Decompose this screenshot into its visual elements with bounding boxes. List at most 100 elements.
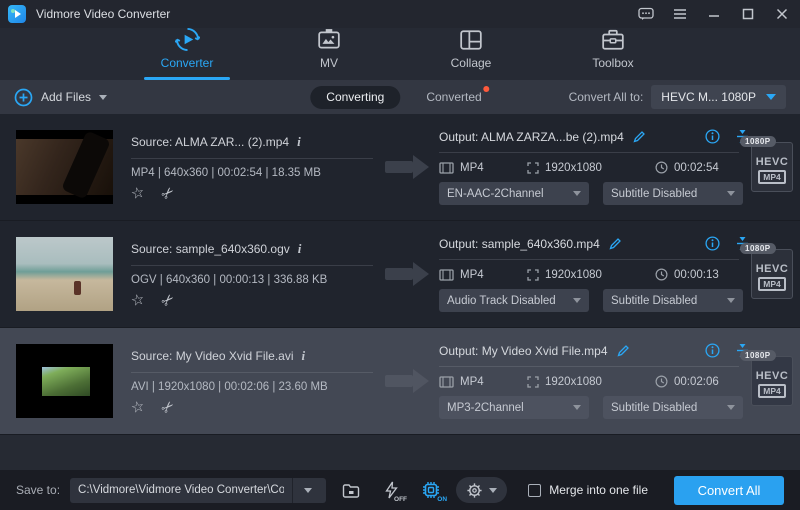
badge-container: MP4 [758, 277, 785, 291]
source-info-icon[interactable]: i [298, 241, 302, 257]
convert-all-to-label: Convert All to: [569, 90, 644, 104]
app-logo-icon [8, 5, 26, 23]
tab-converted-label: Converted [426, 90, 481, 104]
info-icon[interactable] [705, 236, 720, 251]
badge-codec: HEVC [756, 156, 789, 168]
title-bar: Vidmore Video Converter [0, 0, 800, 28]
converter-icon [175, 27, 200, 52]
badge-resolution: 1080P [740, 136, 776, 147]
output-format: MP4 [460, 269, 484, 281]
auto-off-button[interactable]: OFF [376, 477, 406, 503]
tab-converting-label: Converting [326, 90, 384, 104]
output-title: Output: ALMA ZARZA...be (2).mp4 [439, 130, 624, 144]
hardware-acceleration-button[interactable]: ON [416, 477, 446, 503]
tab-converter[interactable]: Converter [144, 27, 230, 80]
chevron-down-icon [727, 191, 735, 196]
maximize-button[interactable] [740, 6, 756, 22]
divider [439, 152, 739, 153]
audio-track-dropdown[interactable]: MP3-2Channel [439, 396, 589, 419]
rename-icon[interactable] [616, 344, 630, 358]
edit-effects-icon[interactable]: ☆ [130, 291, 146, 308]
toolbox-icon [601, 28, 625, 52]
output-duration: 00:00:13 [674, 269, 719, 281]
convert-arrow-icon [385, 262, 431, 286]
save-to-label: Save to: [16, 483, 60, 497]
video-thumbnail[interactable] [16, 344, 113, 418]
rename-icon[interactable] [608, 237, 622, 251]
tab-converting[interactable]: Converting [310, 86, 400, 109]
badge-resolution: 1080P [740, 350, 776, 361]
open-folder-button[interactable] [336, 477, 366, 503]
output-duration: 00:02:06 [674, 376, 719, 388]
merge-label: Merge into one file [549, 483, 648, 497]
window-title: Vidmore Video Converter [36, 7, 170, 21]
convert-all-to-dropdown[interactable]: HEVC M... 1080P [651, 85, 786, 109]
video-thumbnail[interactable] [16, 130, 113, 204]
convert-arrow-icon [385, 369, 431, 393]
convert-arrow-icon [385, 155, 431, 179]
divider [439, 366, 739, 367]
file-row-3: Source: My Video Xvid File.avi i AVI | 1… [0, 328, 800, 435]
video-thumbnail[interactable] [16, 237, 113, 311]
output-format-badge[interactable]: 1080P HEVC MP4 [751, 249, 793, 299]
chevron-down-icon [766, 94, 776, 100]
merge-checkbox[interactable] [528, 484, 541, 497]
cut-icon[interactable]: ✂ [159, 397, 179, 417]
output-duration: 00:02:54 [674, 162, 719, 174]
audio-track-dropdown[interactable]: Audio Track Disabled [439, 289, 589, 312]
info-icon[interactable] [705, 343, 720, 358]
edit-effects-icon[interactable]: ☆ [130, 398, 146, 415]
source-meta: MP4 | 640x360 | 00:02:54 | 18.35 MB [131, 167, 383, 179]
save-path-box [70, 478, 326, 503]
menu-icon[interactable] [672, 6, 688, 22]
badge-container: MP4 [758, 384, 785, 398]
add-files-caret-icon[interactable] [99, 95, 107, 100]
subtitle-dropdown[interactable]: Subtitle Disabled [603, 396, 743, 419]
tab-toolbox[interactable]: Toolbox [570, 28, 656, 80]
convert-all-button[interactable]: Convert All [674, 476, 784, 505]
info-icon[interactable] [705, 129, 720, 144]
edit-effects-icon[interactable]: ☆ [130, 184, 146, 201]
merge-checkbox-group[interactable]: Merge into one file [528, 483, 648, 497]
subtitle-dropdown[interactable]: Subtitle Disabled [603, 182, 743, 205]
divider [131, 265, 373, 266]
source-info-icon[interactable]: i [297, 134, 301, 150]
source-info-icon[interactable]: i [302, 348, 306, 364]
subtitle-value: Subtitle Disabled [611, 402, 719, 414]
subtitle-dropdown[interactable]: Subtitle Disabled [603, 289, 743, 312]
tab-toolbox-label: Toolbox [592, 56, 633, 70]
cut-icon[interactable]: ✂ [159, 183, 179, 203]
save-path-input[interactable] [70, 484, 292, 496]
minimize-button[interactable] [706, 6, 722, 22]
convert-all-to-value: HEVC M... 1080P [661, 90, 756, 104]
tab-mv[interactable]: MV [286, 28, 372, 80]
collage-icon [459, 28, 483, 52]
feedback-icon[interactable] [638, 6, 654, 22]
chevron-down-icon [727, 298, 735, 303]
chevron-down-icon [573, 191, 581, 196]
divider [131, 158, 373, 159]
settings-button[interactable] [456, 477, 507, 503]
audio-track-dropdown[interactable]: EN-AAC-2Channel [439, 182, 589, 205]
tab-converted[interactable]: Converted [426, 90, 489, 104]
tab-collage[interactable]: Collage [428, 28, 514, 80]
output-format: MP4 [460, 162, 484, 174]
add-files-button[interactable]: Add Files [14, 88, 107, 107]
close-button[interactable] [774, 6, 790, 22]
source-meta: AVI | 1920x1080 | 00:02:06 | 23.60 MB [131, 381, 383, 393]
output-format: MP4 [460, 376, 484, 388]
resolution-icon [527, 376, 539, 388]
cut-icon[interactable]: ✂ [159, 290, 179, 310]
save-path-caret[interactable] [292, 478, 322, 503]
source-title: Source: sample_640x360.ogv [131, 242, 290, 256]
chevron-down-icon [573, 405, 581, 410]
tab-converter-label: Converter [161, 56, 214, 70]
rename-icon[interactable] [632, 130, 646, 144]
output-format-badge[interactable]: 1080P HEVC MP4 [751, 142, 793, 192]
notification-dot [484, 86, 490, 92]
output-format-badge[interactable]: 1080P HEVC MP4 [751, 356, 793, 406]
output-resolution: 1920x1080 [545, 269, 602, 281]
footer-bar: Save to: OFF ON Merge into one file Conv… [0, 470, 800, 510]
gear-icon [466, 482, 483, 499]
output-resolution: 1920x1080 [545, 162, 602, 174]
